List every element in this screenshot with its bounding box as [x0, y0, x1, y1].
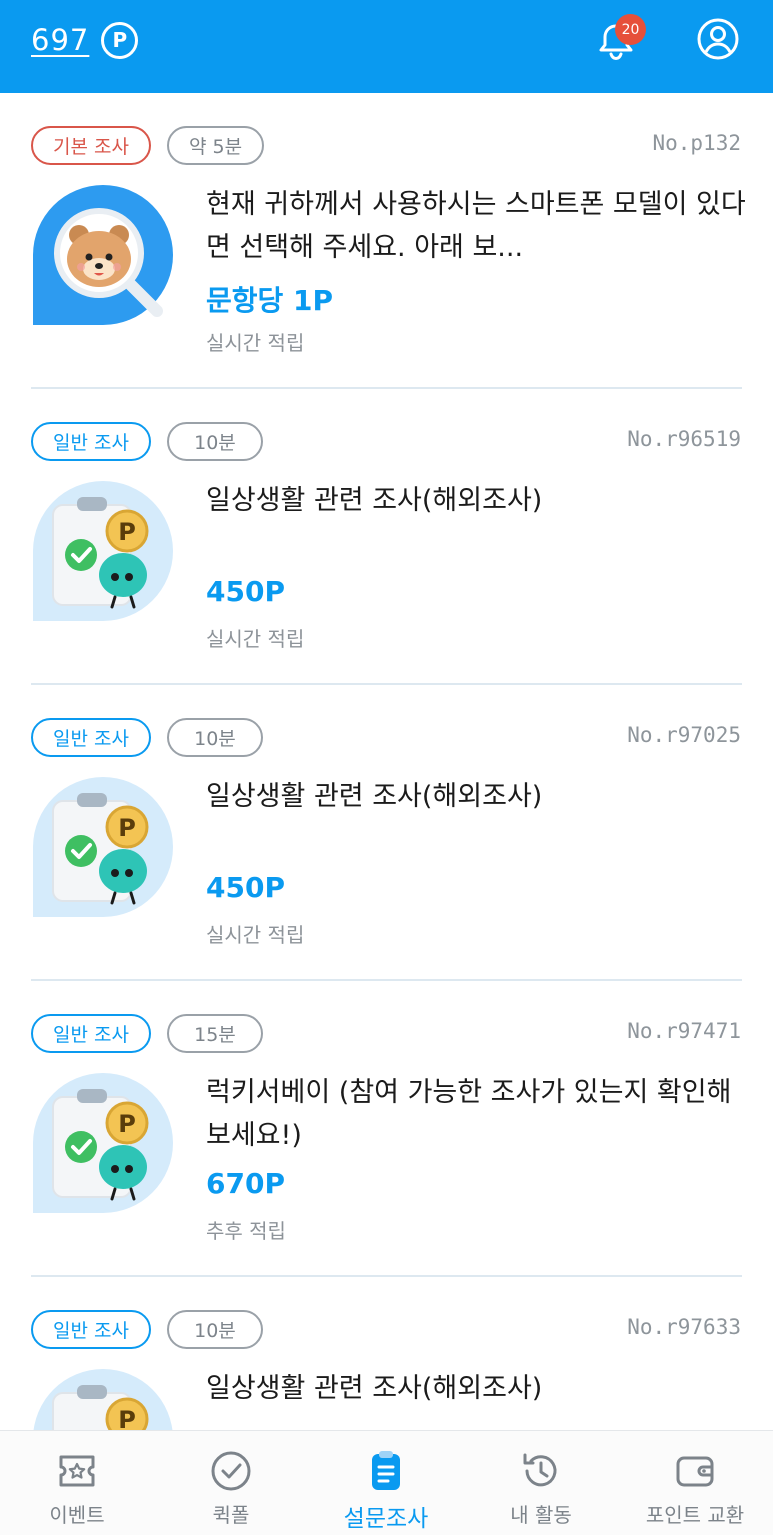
nav-label: 내 활동 [510, 1503, 572, 1527]
survey-title[interactable]: 럭키서베이 (참여 가능한 조사가 있는지 확인해보세요!) [206, 1071, 746, 1157]
accrual-type: 실시간 적립 [206, 923, 305, 947]
category-tag: 일반 조사 [31, 1310, 151, 1349]
survey-title[interactable]: 현재 귀하께서 사용하시는 스마트폰 모델이 있다면 선택해 주세요. 아래 보… [206, 183, 746, 269]
check-circle-icon [211, 1451, 251, 1491]
nav-item-point-exchange[interactable]: 포인트 교환 [618, 1431, 772, 1535]
duration-tag: 15분 [166, 1014, 263, 1053]
duration-tag: 10분 [166, 422, 263, 461]
clipboard-icon [372, 1451, 400, 1490]
nav-label: 설문조사 [343, 1506, 429, 1532]
accrual-type: 추후 적립 [206, 1219, 286, 1243]
survey-list[interactable]: 기본 조사 약 5분 No.p132 현재 귀하께서 사용하시는 스마트폰 모델… [0, 93, 773, 1430]
category-tag: 일반 조사 [31, 422, 151, 461]
nav-item-quickpoll[interactable]: 퀵폴 [154, 1431, 308, 1535]
clipboard-coin-icon: P [33, 1369, 173, 1430]
points-balance[interactable]: 697 P [31, 21, 139, 59]
ticket-icon [59, 1455, 95, 1487]
survey-reward: 670P [206, 1167, 285, 1200]
survey-id: No.r97633 [627, 1315, 741, 1339]
duration-tag: 10분 [166, 718, 263, 757]
nav-label: 이벤트 [49, 1503, 105, 1527]
survey-title[interactable]: 일상생활 관련 조사(해외조사) [206, 775, 746, 818]
accrual-type: 실시간 적립 [206, 331, 305, 355]
survey-title[interactable]: 일상생활 관련 조사(해외조사) [206, 479, 746, 522]
survey-reward: 문항당 1P [206, 284, 334, 317]
survey-title[interactable]: 일상생활 관련 조사(해외조사) [206, 1367, 746, 1410]
clipboard-coin-icon: P [33, 1073, 173, 1213]
category-tag: 일반 조사 [31, 1014, 151, 1053]
svg-text:P: P [118, 1110, 136, 1138]
clipboard-coin-icon: P [33, 777, 173, 917]
duration-tag: 10분 [166, 1310, 263, 1349]
nav-item-event[interactable]: 이벤트 [0, 1431, 154, 1535]
accrual-type: 실시간 적립 [206, 627, 305, 651]
points-value[interactable]: 697 [31, 23, 89, 57]
category-tag: 기본 조사 [31, 126, 151, 165]
svg-text:P: P [118, 518, 136, 546]
survey-card[interactable]: 일반 조사 10분 No.r97633 P 일상생활 관련 조사(해외조사) [0, 1277, 773, 1430]
svg-text:P: P [118, 1406, 136, 1430]
survey-card[interactable]: 기본 조사 약 5분 No.p132 현재 귀하께서 사용하시는 스마트폰 모델… [0, 93, 773, 389]
survey-id: No.p132 [652, 131, 741, 155]
nav-label: 퀵폴 [212, 1503, 250, 1527]
survey-id: No.r97471 [627, 1019, 741, 1043]
survey-reward: 450P [206, 575, 285, 608]
notification-badge: 20 [615, 14, 646, 45]
survey-id: No.r96519 [627, 427, 741, 451]
survey-card[interactable]: 일반 조사 10분 No.r96519 P 일상생활 관련 조사(해외조사) 4… [0, 389, 773, 685]
magnifier-bear-icon [33, 185, 173, 325]
duration-tag: 약 5분 [166, 126, 265, 165]
history-icon [523, 1453, 557, 1487]
survey-card[interactable]: 일반 조사 15분 No.r97471 P 럭키서베이 (참여 가능한 조사가 … [0, 981, 773, 1277]
category-tag: 일반 조사 [31, 718, 151, 757]
survey-reward: 450P [206, 871, 285, 904]
nav-item-my-activity[interactable]: 내 활동 [464, 1431, 618, 1535]
clipboard-coin-icon: P [33, 481, 173, 621]
svg-text:P: P [118, 814, 136, 842]
bottom-navigation: 이벤트 퀵폴 설문조사 내 활동 포인트 교환 [0, 1430, 773, 1535]
top-app-bar: 697 P 20 [0, 0, 773, 93]
survey-id: No.r97025 [627, 723, 741, 747]
wallet-icon [676, 1456, 714, 1487]
profile-icon[interactable] [696, 17, 740, 61]
nav-item-survey[interactable]: 설문조사 [309, 1431, 463, 1535]
nav-label: 포인트 교환 [645, 1503, 745, 1527]
survey-card[interactable]: 일반 조사 10분 No.r97025 P 일상생활 관련 조사(해외조사) 4… [0, 685, 773, 981]
point-icon: P [101, 21, 139, 59]
